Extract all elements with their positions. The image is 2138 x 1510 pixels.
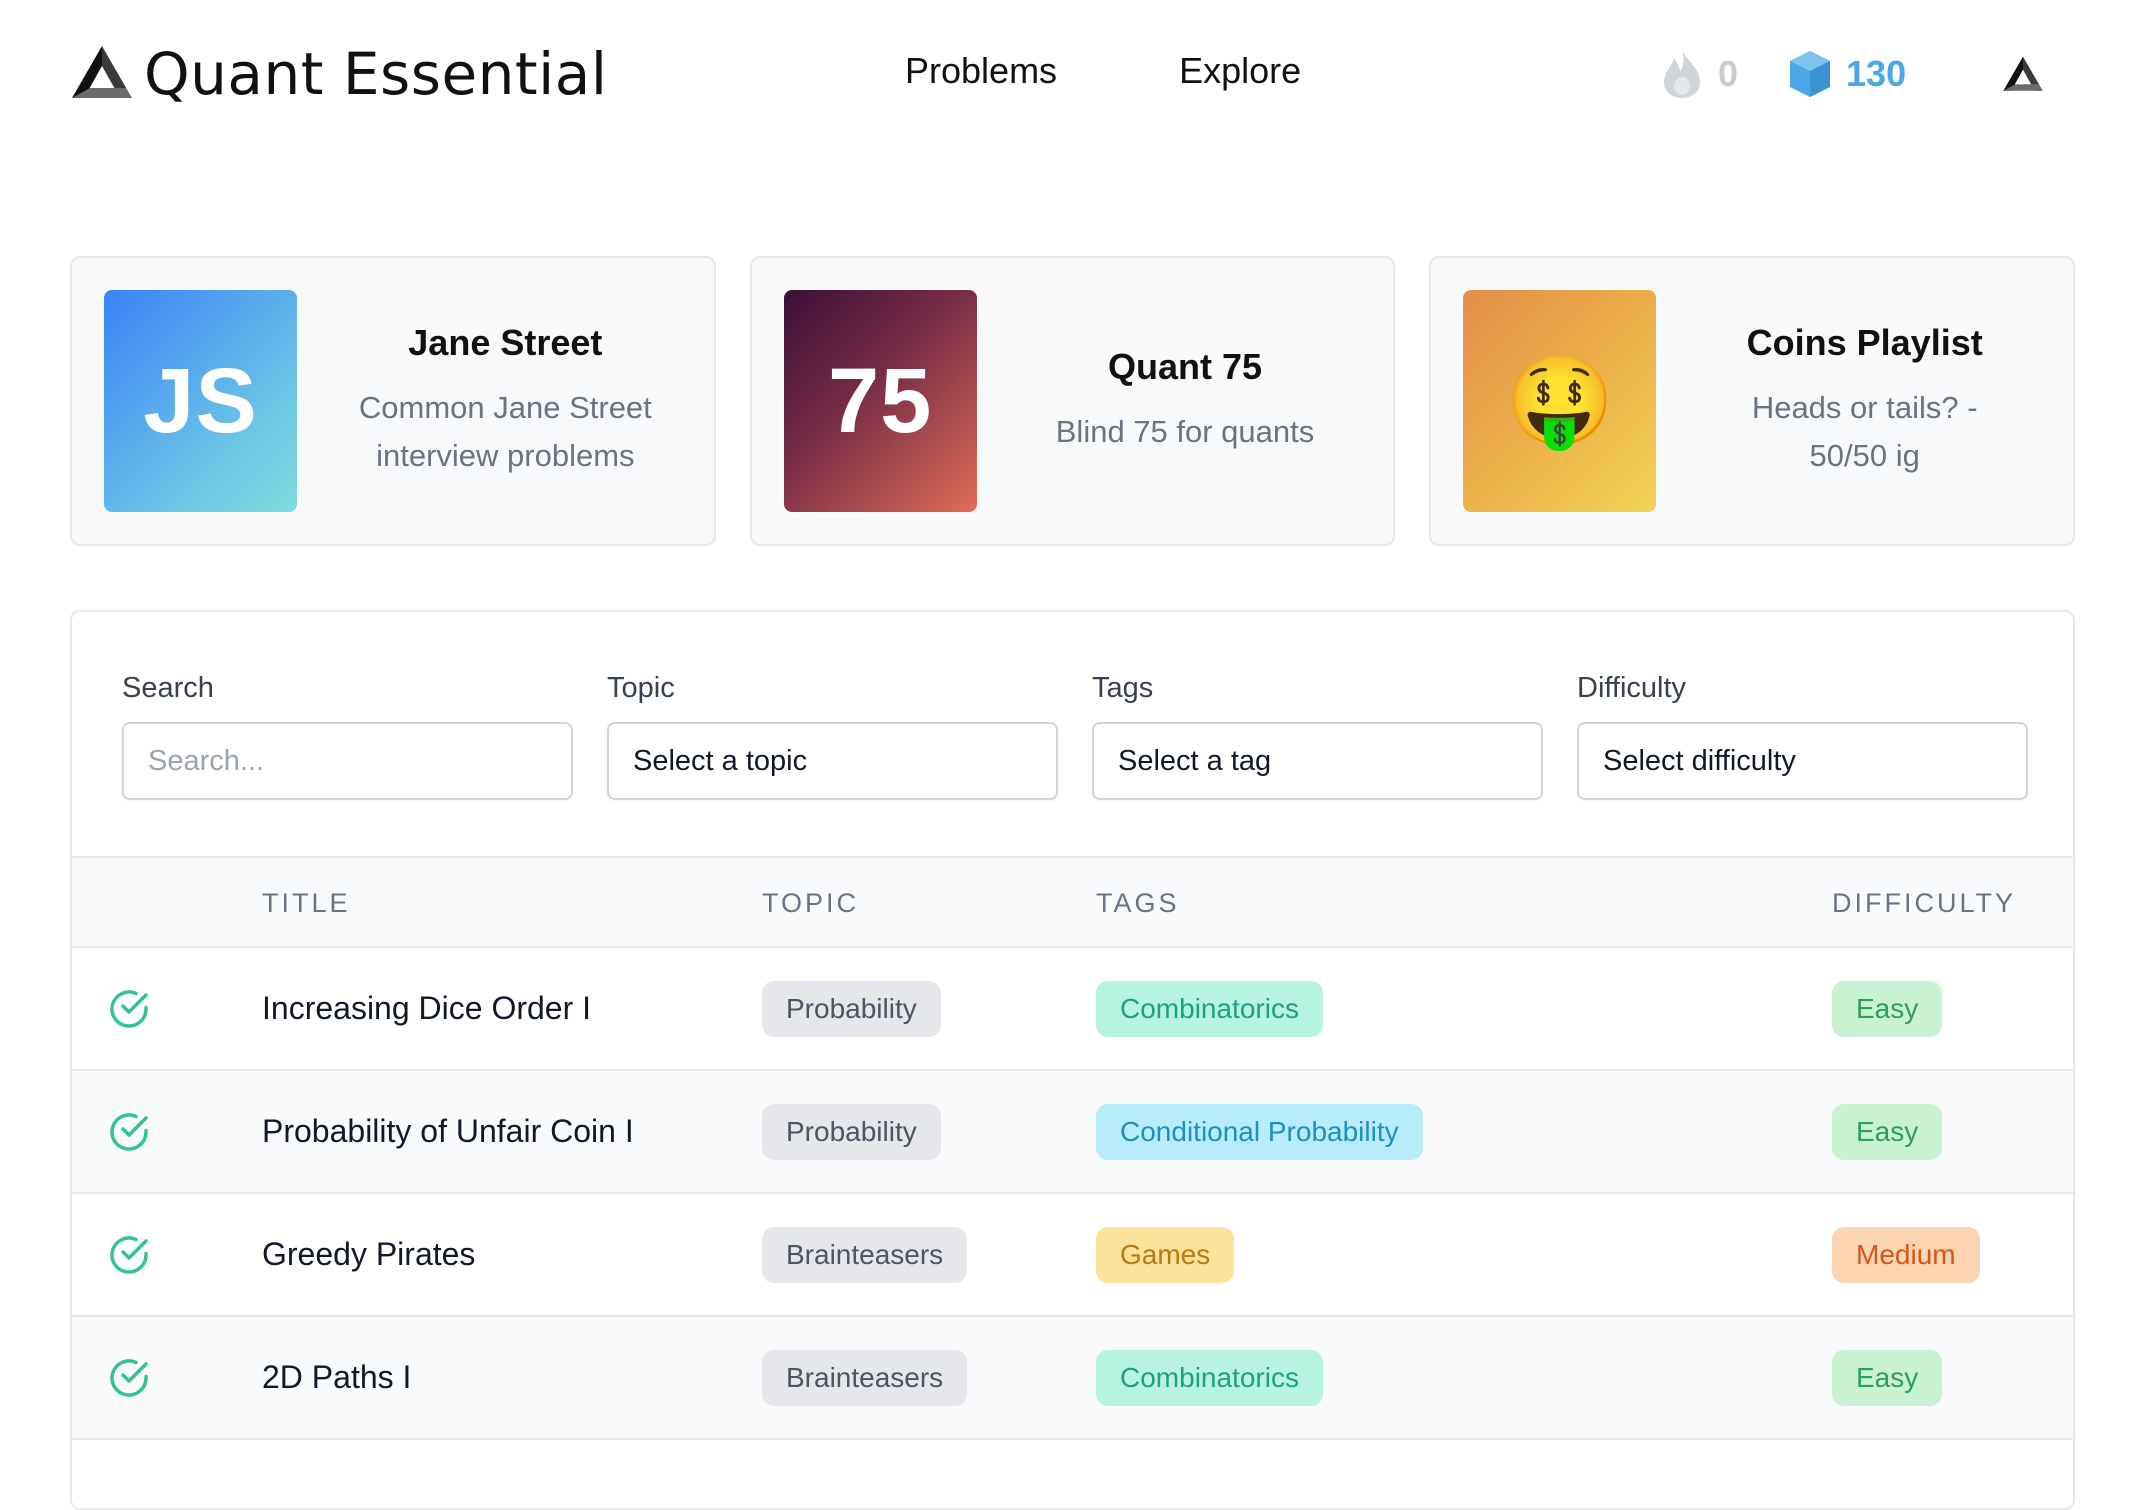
tags-filter: Tags Select a tag <box>1092 672 1543 800</box>
problem-title[interactable]: Greedy Pirates <box>262 1236 475 1273</box>
user-stats: 0 130 <box>1660 48 1956 100</box>
search-input[interactable]: Search... <box>122 722 573 800</box>
difficulty-badge: Easy <box>1832 981 1943 1037</box>
card-title: Jane Street <box>408 322 603 363</box>
gem-count: 130 <box>1846 53 1907 94</box>
card-desc-line: Heads or tails? - <box>1751 390 1978 425</box>
playlist-cards: JS Jane Street Common Jane Street interv… <box>70 256 2076 546</box>
tag-badge[interactable]: Conditional Probability <box>1096 1104 1423 1160</box>
streak-count: 0 <box>1718 53 1739 94</box>
topic-badge[interactable]: Brainteasers <box>762 1350 968 1406</box>
card-body: Quant 75 Blind 75 for quants <box>977 346 1394 456</box>
difficulty-filter: Difficulty Select difficulty <box>1577 672 2028 800</box>
column-header-difficulty[interactable]: DIFFICULTY <box>1832 888 2016 919</box>
card-desc-line: Common Jane Street <box>358 390 652 425</box>
card-description: Blind 75 for quants <box>1007 408 1364 456</box>
topic-badge[interactable]: Brainteasers <box>762 1227 968 1283</box>
flame-icon <box>1664 50 1700 98</box>
user-menu-icon[interactable] <box>2002 54 2044 96</box>
thumbnail-text: JS <box>143 349 258 452</box>
card-thumbnail: 🤑 <box>1463 290 1657 512</box>
table-row[interactable]: 2D Paths I Brainteasers Combinatorics Ea… <box>72 1317 2073 1440</box>
card-desc-line: Blind 75 for quants <box>1055 414 1315 449</box>
problem-title[interactable]: Increasing Dice Order I <box>262 990 591 1027</box>
tags-select[interactable]: Select a tag <box>1092 722 1543 800</box>
top-header: Quant Essential Problems Explore 0 130 <box>0 0 2138 150</box>
topic-badge[interactable]: Probability <box>762 1104 941 1160</box>
card-desc-line: interview problems <box>376 438 635 473</box>
card-body: Coins Playlist Heads or tails? - 50/50 i… <box>1656 322 2073 480</box>
table-header: TITLE TOPIC TAGS DIFFICULTY <box>72 856 2073 948</box>
topic-badge[interactable]: Probability <box>762 981 941 1037</box>
table-row[interactable]: Increasing Dice Order I Probability Comb… <box>72 948 2073 1071</box>
search-label: Search <box>122 672 214 704</box>
card-description: Heads or tails? - 50/50 ig <box>1686 384 2043 480</box>
check-circle-icon[interactable] <box>108 1234 150 1276</box>
filters-bar: Search Search... Topic Select a topic Ta… <box>122 672 2028 800</box>
difficulty-badge: Easy <box>1832 1104 1943 1160</box>
playlist-card-quant-75[interactable]: 75 Quant 75 Blind 75 for quants <box>749 256 1396 546</box>
thumbnail-text: 75 <box>828 349 933 452</box>
topic-filter: Topic Select a topic <box>607 672 1058 800</box>
column-header-topic[interactable]: TOPIC <box>762 888 859 919</box>
nav-problems[interactable]: Problems <box>905 50 1057 92</box>
table-row[interactable]: Probability of Unfair Coin I Probability… <box>72 1071 2073 1194</box>
card-thumbnail: 75 <box>783 290 977 512</box>
problems-panel: Search Search... Topic Select a topic Ta… <box>70 610 2075 1510</box>
gems-stat[interactable]: 130 <box>1788 49 1906 99</box>
streak-stat[interactable]: 0 <box>1660 48 1738 100</box>
difficulty-select[interactable]: Select difficulty <box>1577 722 2028 800</box>
card-thumbnail: JS <box>104 290 297 512</box>
main-nav: Problems Explore <box>905 50 1301 92</box>
card-description: Common Jane Street interview problems <box>327 384 684 480</box>
tag-badge[interactable]: Combinatorics <box>1096 981 1323 1037</box>
problem-title[interactable]: Probability of Unfair Coin I <box>262 1113 634 1150</box>
nav-explore[interactable]: Explore <box>1179 50 1301 92</box>
topic-label: Topic <box>607 672 675 704</box>
check-circle-icon[interactable] <box>108 1357 150 1399</box>
difficulty-badge: Medium <box>1832 1227 1980 1283</box>
money-mouth-face-icon: 🤑 <box>1505 351 1615 450</box>
brand-name: Quant Essential <box>144 40 608 108</box>
check-circle-icon[interactable] <box>108 988 150 1030</box>
difficulty-label: Difficulty <box>1577 672 1687 704</box>
check-circle-icon[interactable] <box>108 1111 150 1153</box>
card-title: Quant 75 <box>1107 346 1263 387</box>
problem-title[interactable]: 2D Paths I <box>262 1359 411 1396</box>
column-header-title[interactable]: TITLE <box>262 888 351 919</box>
card-body: Jane Street Common Jane Street interview… <box>297 322 714 480</box>
gem-icon <box>1790 51 1831 97</box>
playlist-card-jane-street[interactable]: JS Jane Street Common Jane Street interv… <box>70 256 716 546</box>
card-title: Coins Playlist <box>1746 322 1983 363</box>
column-header-tags[interactable]: TAGS <box>1096 888 1180 919</box>
tag-badge[interactable]: Combinatorics <box>1096 1350 1323 1406</box>
tags-label: Tags <box>1092 672 1154 704</box>
topic-select[interactable]: Select a topic <box>607 722 1058 800</box>
difficulty-badge: Easy <box>1832 1350 1943 1406</box>
playlist-card-coins[interactable]: 🤑 Coins Playlist Heads or tails? - 50/50… <box>1429 256 2076 546</box>
brand[interactable]: Quant Essential <box>70 40 607 108</box>
search-filter: Search Search... <box>122 672 573 800</box>
table-row[interactable]: Greedy Pirates Brainteasers Games Medium <box>72 1194 2073 1317</box>
card-desc-line: 50/50 ig <box>1809 438 1920 473</box>
tag-badge[interactable]: Games <box>1096 1227 1235 1283</box>
penrose-triangle-icon <box>72 46 132 98</box>
